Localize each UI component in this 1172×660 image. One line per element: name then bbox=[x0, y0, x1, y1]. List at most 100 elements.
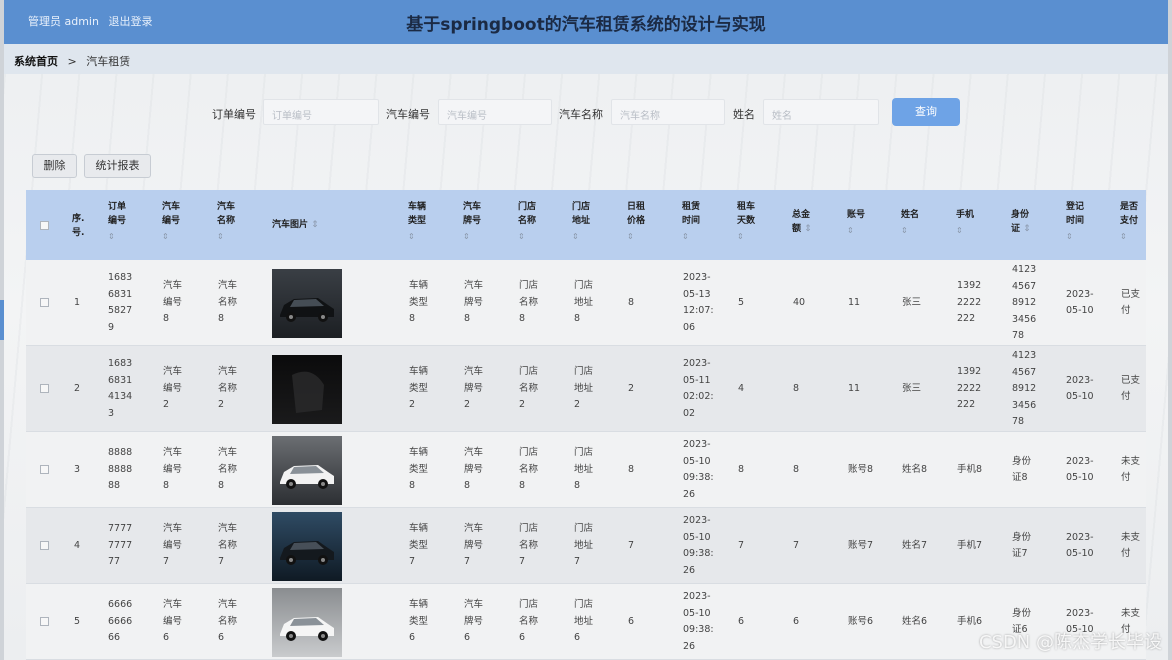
sort-icon[interactable]: ⇕ bbox=[956, 224, 974, 238]
car-name-input[interactable]: 汽车名称 bbox=[611, 99, 725, 125]
id-card-cell: 4123 4567 8912 3456 78 bbox=[1012, 264, 1037, 341]
col-car-name-header[interactable]: 汽车 名称 ⇕ bbox=[217, 200, 235, 244]
plate-cell: 汽车 牌号 2 bbox=[464, 366, 484, 411]
row-checkbox[interactable] bbox=[40, 617, 49, 626]
rent-days-cell: 8 bbox=[738, 463, 745, 475]
rent-days-cell: 4 bbox=[738, 382, 745, 394]
car-no-input[interactable]: 汽车编号 bbox=[438, 99, 552, 125]
daily-price-cell: 2 bbox=[628, 382, 635, 394]
total-cell: 6 bbox=[793, 615, 800, 627]
table-row: 4 7777 7777 77 汽车 编号 7 汽车 名称 7 车辆 类型 7 汽车 牌号 … bbox=[26, 508, 1146, 584]
rent-time-cell: 2023- 05-10 09:38: 26 bbox=[683, 439, 714, 500]
rent-days-cell: 6 bbox=[738, 615, 745, 627]
row-checkbox[interactable] bbox=[40, 298, 49, 307]
sort-icon[interactable]: ⇕ bbox=[463, 230, 481, 244]
query-button[interactable]: 查询 bbox=[892, 98, 960, 126]
sort-icon[interactable]: ⇕ bbox=[518, 230, 536, 244]
sort-icon[interactable]: ⇕ bbox=[1120, 230, 1138, 244]
order-no-label: 订单编号 bbox=[212, 108, 256, 121]
sort-icon[interactable]: ⇕ bbox=[847, 224, 865, 238]
table-row: 1 1683 6831 5827 9 汽车 编号 8 汽车 名称 8 车辆 类型 8 汽车… bbox=[26, 260, 1146, 346]
sort-icon[interactable]: ⇕ bbox=[682, 230, 700, 244]
col-rent-days-header[interactable]: 租车 天数 ⇕ bbox=[737, 200, 755, 244]
col-car-no-header[interactable]: 汽车 编号 ⇕ bbox=[162, 200, 180, 244]
name-cell: 姓名7 bbox=[902, 539, 928, 551]
table-row: 2 1683 6831 4134 3 汽车 编号 2 汽车 名称 2 车辆 类型 2 汽车… bbox=[26, 346, 1146, 432]
phone-cell: 1392 2222 222 bbox=[957, 280, 982, 325]
reg-time-cell: 2023- 05-10 bbox=[1066, 374, 1094, 403]
col-car-type-header[interactable]: 车辆 类型 ⇕ bbox=[408, 200, 426, 244]
car-type-cell: 车辆 类型 8 bbox=[409, 447, 429, 492]
col-phone-header[interactable]: 手机 ⇕ bbox=[956, 208, 974, 238]
car-image[interactable] bbox=[272, 354, 342, 424]
col-plate-header[interactable]: 汽车 牌号 ⇕ bbox=[463, 200, 481, 244]
sort-icon[interactable]: ⇕ bbox=[108, 230, 126, 244]
account-cell: 账号8 bbox=[848, 463, 874, 475]
name-cell: 姓名8 bbox=[902, 463, 928, 475]
col-account-header[interactable]: 账号 ⇕ bbox=[847, 208, 865, 238]
account-cell: 11 bbox=[848, 296, 861, 308]
car-name-label: 汽车名称 bbox=[559, 108, 603, 121]
daily-price-cell: 7 bbox=[628, 539, 635, 551]
car-image[interactable] bbox=[272, 268, 342, 338]
sort-icon[interactable]: ⇕ bbox=[1066, 230, 1084, 244]
col-no-header[interactable]: 序. 号. bbox=[72, 212, 84, 240]
order-no-cell: 7777 7777 77 bbox=[108, 523, 133, 568]
car-image[interactable] bbox=[272, 435, 342, 505]
col-paid-header[interactable]: 是否 支付 ⇕ bbox=[1120, 200, 1138, 244]
select-all-checkbox[interactable] bbox=[40, 221, 49, 230]
breadcrumb-home[interactable]: 系统首页 bbox=[14, 55, 58, 68]
report-button[interactable]: 统计报表 bbox=[84, 154, 151, 178]
page-title: 基于springboot的汽车租赁系统的设计与实现 bbox=[406, 15, 766, 35]
col-car-image-header[interactable]: 汽车图片 ⇕ bbox=[272, 218, 319, 232]
sort-icon[interactable]: ⇕ bbox=[572, 230, 590, 244]
order-no-cell: 1683 6831 4134 3 bbox=[108, 358, 133, 419]
rent-days-cell: 7 bbox=[738, 539, 745, 551]
car-image[interactable] bbox=[272, 587, 342, 657]
col-store-addr-header[interactable]: 门店 地址 ⇕ bbox=[572, 200, 590, 244]
rent-days-cell: 5 bbox=[738, 296, 745, 308]
sort-icon[interactable]: ⇕ bbox=[162, 230, 180, 244]
car-image[interactable] bbox=[272, 511, 342, 581]
row-checkbox[interactable] bbox=[40, 384, 49, 393]
plate-cell: 汽车 牌号 7 bbox=[464, 523, 484, 568]
order-no-cell: 1683 6831 5827 9 bbox=[108, 272, 133, 333]
reg-time-cell: 2023- 05-10 bbox=[1066, 531, 1094, 560]
phone-cell: 手机8 bbox=[957, 463, 983, 475]
paid-cell: 未支 付 bbox=[1121, 531, 1141, 560]
name-cell: 姓名6 bbox=[902, 615, 928, 627]
paid-cell: 已支 付 bbox=[1121, 288, 1141, 317]
col-id-card-header[interactable]: 身份证 ⇕ bbox=[1011, 208, 1031, 236]
car-type-cell: 车辆 类型 8 bbox=[409, 280, 429, 325]
rent-time-cell: 2023- 05-10 09:38: 26 bbox=[683, 591, 714, 652]
car-name-cell: 汽车 名称 2 bbox=[218, 366, 238, 411]
delete-button[interactable]: 删除 bbox=[32, 154, 77, 178]
store-addr-cell: 门店 地址 8 bbox=[574, 447, 594, 492]
total-cell: 40 bbox=[793, 296, 806, 308]
col-order-no-header[interactable]: 订单 编号 ⇕ bbox=[108, 200, 126, 244]
car-name-cell: 汽车 名称 6 bbox=[218, 599, 238, 644]
col-total-header[interactable]: 总金额 ⇕ bbox=[792, 208, 812, 236]
sort-icon[interactable]: ⇕ bbox=[217, 230, 235, 244]
row-checkbox[interactable] bbox=[40, 465, 49, 474]
sort-icon[interactable]: ⇕ bbox=[1023, 224, 1031, 234]
row-no: 1 bbox=[74, 296, 81, 308]
car-type-cell: 车辆 类型 7 bbox=[409, 523, 429, 568]
watermark: CSDN @陈杰学长毕设 bbox=[978, 632, 1162, 653]
col-daily-price-header[interactable]: 日租 价格 ⇕ bbox=[627, 200, 645, 244]
sort-icon[interactable]: ⇕ bbox=[737, 230, 755, 244]
car-type-cell: 车辆 类型 6 bbox=[409, 599, 429, 644]
order-no-input[interactable]: 订单编号 bbox=[263, 99, 379, 125]
col-store-name-header[interactable]: 门店 名称 ⇕ bbox=[518, 200, 536, 244]
sort-icon[interactable]: ⇕ bbox=[311, 220, 319, 230]
sort-icon[interactable]: ⇕ bbox=[901, 224, 919, 238]
col-name-header[interactable]: 姓名 ⇕ bbox=[901, 208, 919, 238]
row-checkbox[interactable] bbox=[40, 541, 49, 550]
store-addr-cell: 门店 地址 7 bbox=[574, 523, 594, 568]
sort-icon[interactable]: ⇕ bbox=[408, 230, 426, 244]
sort-icon[interactable]: ⇕ bbox=[627, 230, 645, 244]
sort-icon[interactable]: ⇕ bbox=[804, 224, 812, 234]
col-reg-time-header[interactable]: 登记 时间 ⇕ bbox=[1066, 200, 1084, 244]
col-rent-time-header[interactable]: 租赁 时间 ⇕ bbox=[682, 200, 700, 244]
name-input[interactable]: 姓名 bbox=[763, 99, 879, 125]
